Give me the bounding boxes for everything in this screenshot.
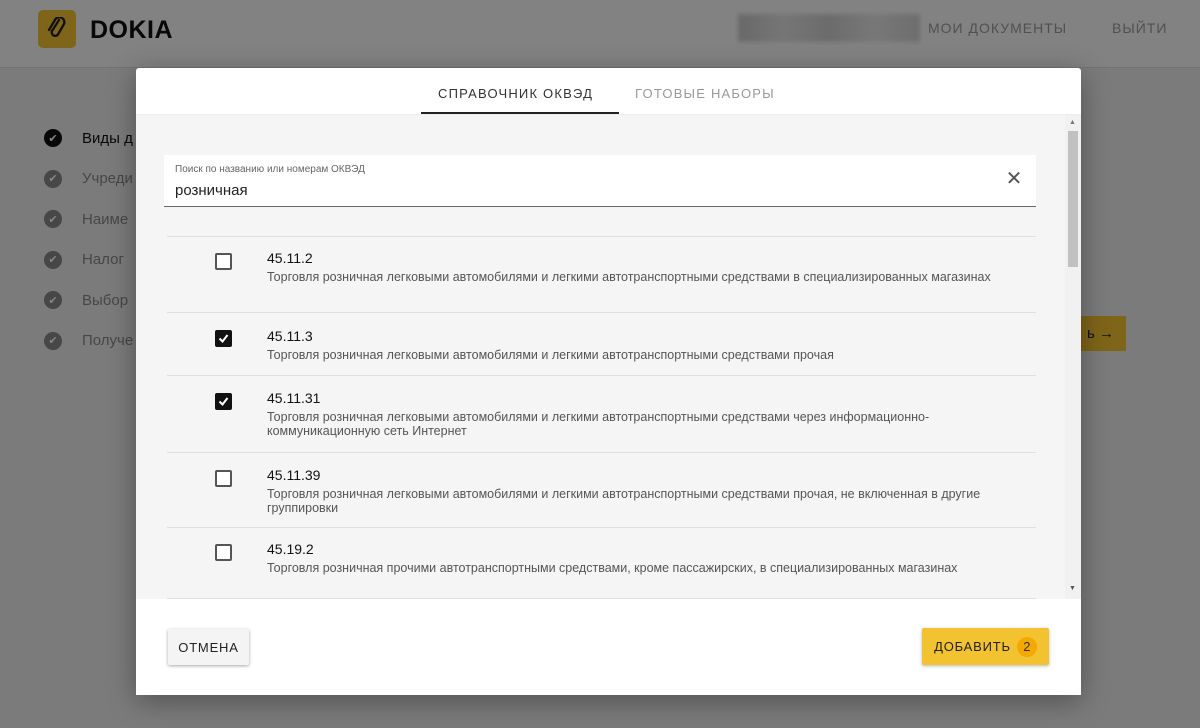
okved-code: 45.11.39	[267, 467, 321, 483]
dialog-tabs: СПРАВОЧНИК ОКВЭД ГОТОВЫЕ НАБОРЫ	[136, 68, 1081, 115]
okved-dialog: СПРАВОЧНИК ОКВЭД ГОТОВЫЕ НАБОРЫ Поиск по…	[136, 68, 1081, 695]
tab-ready-sets[interactable]: ГОТОВЫЕ НАБОРЫ	[635, 86, 775, 101]
search-label: Поиск по названию или номерам ОКВЭД	[175, 164, 365, 175]
search-input[interactable]	[175, 182, 975, 199]
list-item[interactable]: 45.11.2 Торговля розничная легковыми авт…	[167, 236, 1036, 312]
add-button[interactable]: ДОБАВИТЬ 2	[922, 628, 1049, 665]
checkmark-icon	[218, 397, 229, 407]
active-tab-indicator	[421, 112, 619, 114]
dialog-footer: ОТМЕНА ДОБАВИТЬ 2	[136, 599, 1081, 695]
checkbox[interactable]	[215, 470, 232, 487]
okved-list: 45.11.2 Торговля розничная легковыми авт…	[167, 236, 1036, 599]
okved-description: Торговля розничная прочими автотранспорт…	[267, 561, 958, 575]
okved-code: 45.11.3	[267, 328, 313, 344]
list-item[interactable]: 45.11.3 Торговля розничная легковыми авт…	[167, 312, 1036, 375]
okved-code: 45.11.31	[267, 390, 321, 406]
okved-description: Торговля розничная легковыми автомобилям…	[267, 487, 981, 515]
list-item[interactable]: 45.11.39 Торговля розничная легковыми ав…	[167, 452, 1036, 527]
scrollbar-thumb[interactable]	[1068, 131, 1078, 267]
checkbox-checked[interactable]	[215, 393, 232, 410]
okved-description: Торговля розничная легковыми автомобилям…	[267, 270, 991, 284]
checkmark-icon	[218, 334, 229, 344]
okved-description: Торговля розничная легковыми автомобилям…	[267, 348, 834, 362]
scroll-down-icon[interactable]: ▼	[1069, 585, 1076, 592]
close-icon[interactable]: ✕	[1004, 169, 1024, 189]
cancel-button[interactable]: ОТМЕНА	[168, 629, 249, 665]
checkbox[interactable]	[215, 544, 232, 561]
dialog-content: Поиск по названию или номерам ОКВЭД ✕ 45…	[136, 115, 1081, 599]
checkbox[interactable]	[215, 253, 232, 270]
scroll-up-icon[interactable]: ▲	[1069, 119, 1076, 126]
add-button-label: ДОБАВИТЬ	[934, 639, 1011, 654]
tab-okved-reference[interactable]: СПРАВОЧНИК ОКВЭД	[438, 86, 593, 101]
list-item[interactable]: 45.11.31 Торговля розничная легковыми ав…	[167, 375, 1036, 452]
scrollbar[interactable]: ▲ ▼	[1065, 115, 1081, 599]
okved-code: 45.19.2	[267, 541, 314, 557]
selected-count-badge: 2	[1016, 636, 1037, 657]
list-item[interactable]: 45.19.2 Торговля розничная прочими автот…	[167, 527, 1036, 599]
checkbox-checked[interactable]	[215, 330, 232, 347]
okved-description: Торговля розничная легковыми автомобилям…	[267, 410, 930, 438]
search-field[interactable]: Поиск по названию или номерам ОКВЭД ✕	[164, 155, 1036, 207]
okved-code: 45.11.2	[267, 250, 313, 266]
